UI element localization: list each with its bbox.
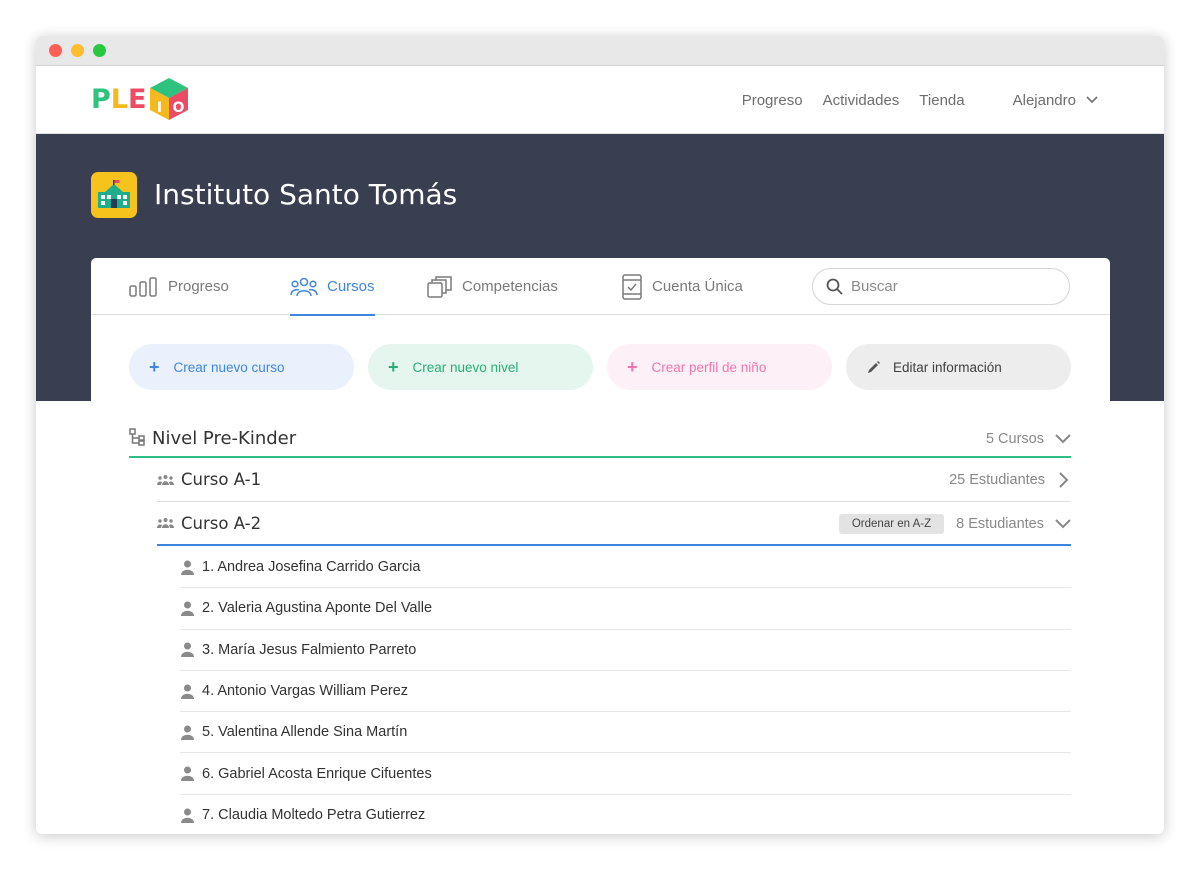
button-label: Crear nuevo curso: [173, 359, 285, 375]
browser-window: P L E I O Progreso Actividades Tienda Al…: [36, 36, 1164, 834]
create-course-button[interactable]: + Crear nuevo curso: [129, 344, 354, 390]
search-box[interactable]: [812, 268, 1070, 305]
button-label: Editar información: [893, 359, 1002, 375]
course-row[interactable]: Curso A-1 25 Estudiantes: [157, 458, 1071, 502]
logo-cube-icon: I O: [150, 78, 189, 120]
chevron-right-icon[interactable]: [1059, 472, 1069, 488]
course-meta: 25 Estudiantes: [949, 458, 1071, 502]
student-row[interactable]: 3. María Jesus Falmiento Parreto: [180, 630, 1071, 671]
search-icon: [826, 278, 843, 295]
tab-label: Cursos: [327, 278, 375, 295]
logo-letter: P: [91, 83, 111, 115]
logo-letter: E: [128, 83, 147, 115]
logo-letter: L: [110, 83, 129, 115]
plus-icon: +: [149, 356, 160, 377]
tab-cursos[interactable]: Cursos: [290, 258, 375, 316]
student-name: 3. María Jesus Falmiento Parreto: [202, 641, 417, 658]
person-icon: [181, 808, 194, 823]
pleio-logo[interactable]: P L E I O: [91, 76, 190, 122]
course-title: Curso A-2: [181, 513, 262, 533]
user-menu-name[interactable]: Alejandro: [1013, 92, 1076, 109]
create-child-profile-button[interactable]: + Crear perfil de niño: [607, 344, 832, 390]
chevron-down-icon[interactable]: [1055, 434, 1071, 444]
student-name: 2. Valeria Agustina Aponte Del Valle: [202, 600, 433, 617]
chevron-down-icon[interactable]: [1055, 519, 1071, 529]
tab-label: Cuenta Única: [652, 278, 743, 295]
search-input[interactable]: [851, 278, 1051, 295]
group-icon: [157, 474, 174, 485]
pencil-icon: [868, 360, 880, 373]
student-name: 7. Claudia Moltedo Petra Gutierrez: [202, 807, 426, 824]
nav-link-actividades[interactable]: Actividades: [823, 92, 900, 109]
person-icon: [181, 766, 194, 782]
minimize-window-button[interactable]: [71, 44, 84, 57]
nav-link-progreso[interactable]: Progreso: [742, 92, 803, 109]
button-label: Crear perfil de niño: [651, 359, 767, 375]
people-group-icon: [290, 277, 318, 296]
level-title: Nivel Pre-Kinder: [152, 427, 297, 449]
person-icon: [181, 601, 194, 616]
tab-label: Progreso: [168, 278, 229, 295]
maximize-window-button[interactable]: [93, 44, 106, 57]
student-row[interactable]: 1. Andrea Josefina Carrido Garcia: [180, 547, 1071, 589]
person-icon: [181, 684, 194, 699]
person-icon: [181, 725, 194, 740]
hierarchy-icon: [129, 428, 145, 446]
logo-cube-letter: I: [157, 100, 162, 116]
student-count: 25 Estudiantes: [949, 472, 1045, 488]
tab-bar: Progreso Cursos Competencias Cuenta Únic…: [91, 258, 1110, 316]
student-row[interactable]: 5. Valentina Allende Sina Martín: [180, 712, 1071, 754]
tablet-check-icon: [622, 273, 642, 300]
level-meta: 5 Cursos: [986, 420, 1071, 458]
tab-label: Competencias: [462, 278, 558, 295]
chevron-down-icon[interactable]: [1086, 96, 1098, 104]
student-name: 4. Antonio Vargas William Perez: [202, 683, 409, 700]
create-level-button[interactable]: + Crear nuevo nivel: [368, 344, 593, 390]
logo-cube-letter: O: [173, 100, 185, 116]
student-row[interactable]: 6. Gabriel Acosta Enrique Cifuentes: [180, 753, 1071, 795]
student-name: 1. Andrea Josefina Carrido Garcia: [202, 559, 421, 576]
tab-competencias[interactable]: Competencias: [427, 258, 558, 315]
course-title: Curso A-1: [181, 470, 262, 489]
level-row[interactable]: Nivel Pre-Kinder 5 Cursos: [129, 420, 1071, 458]
sort-az-button[interactable]: Ordenar en A-Z: [838, 514, 945, 534]
top-navigation: P L E I O Progreso Actividades Tienda Al…: [36, 66, 1164, 134]
courses-card: Progreso Cursos Competencias Cuenta Únic…: [91, 258, 1110, 834]
school-name: Instituto Santo Tomás: [154, 178, 458, 211]
student-count: 8 Estudiantes: [956, 516, 1044, 532]
course-row[interactable]: Curso A-2 Ordenar en A-Z 8 Estudiantes: [157, 502, 1071, 546]
person-icon: [181, 560, 194, 575]
tab-cuenta-unica[interactable]: Cuenta Única: [621, 258, 743, 315]
person-icon: [181, 642, 194, 658]
student-name: 5. Valentina Allende Sina Martín: [202, 724, 408, 741]
group-icon: [157, 518, 174, 528]
tab-progreso[interactable]: Progreso: [129, 258, 229, 315]
window-titlebar: [36, 36, 1164, 66]
nav-links: Progreso Actividades Tienda Alejandro: [742, 66, 1164, 134]
plus-icon: +: [627, 356, 638, 377]
student-row[interactable]: 7. Claudia Moltedo Petra Gutierrez: [180, 795, 1071, 834]
nav-link-tienda[interactable]: Tienda: [919, 92, 964, 109]
course-count: 5 Cursos: [985, 431, 1044, 447]
bar-chart-icon: [129, 276, 157, 297]
plus-icon: +: [388, 356, 399, 377]
course-meta: Ordenar en A-Z 8 Estudiantes: [838, 502, 1071, 546]
school-building-icon: [91, 172, 137, 218]
button-label: Crear nuevo nivel: [412, 359, 519, 375]
student-list: 1. Andrea Josefina Carrido Garcia 2. Vale…: [180, 547, 1071, 834]
close-window-button[interactable]: [49, 44, 62, 57]
action-buttons: + Crear nuevo curso + Crear nuevo nivel …: [129, 344, 1071, 390]
student-name: 6. Gabriel Acosta Enrique Cifuentes: [202, 765, 432, 782]
student-row[interactable]: 2. Valeria Agustina Aponte Del Valle: [180, 588, 1071, 630]
stacked-cards-icon: [427, 275, 452, 298]
student-row[interactable]: 4. Antonio Vargas William Perez: [180, 671, 1071, 713]
edit-info-button[interactable]: Editar información: [846, 344, 1071, 390]
